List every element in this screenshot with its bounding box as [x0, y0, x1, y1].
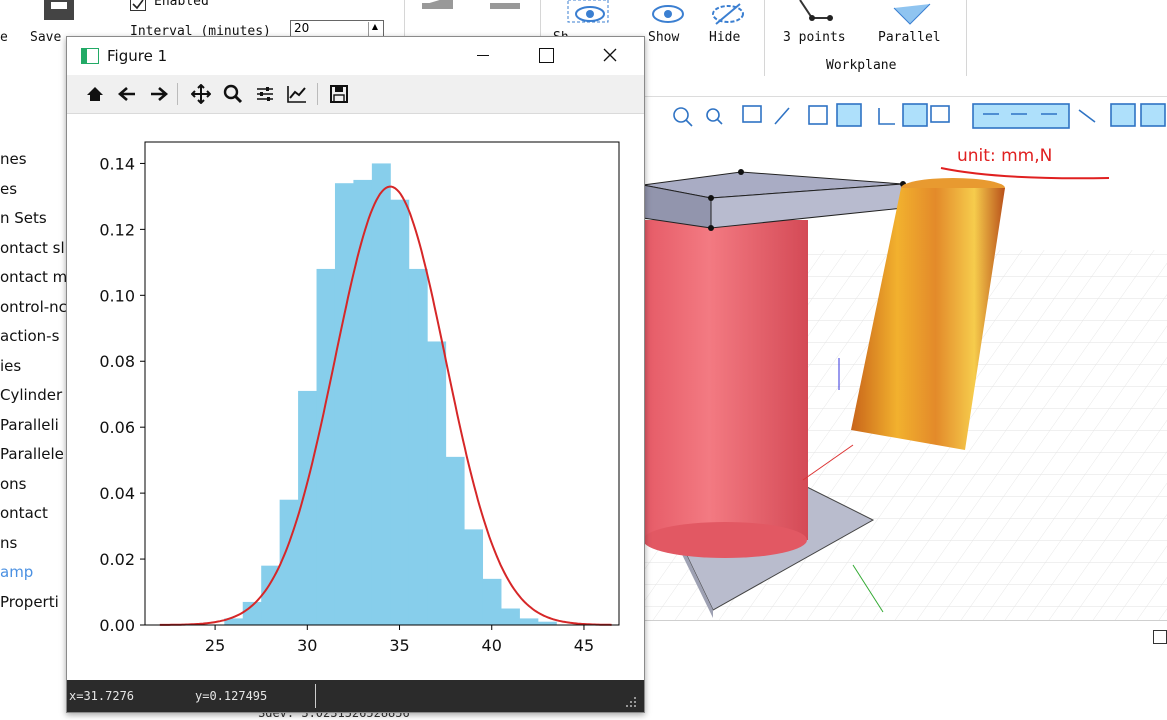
y-tick-label: 0.08 [99, 352, 135, 371]
tree-item[interactable]: ons [0, 475, 27, 493]
figure-toolbar [67, 75, 644, 114]
tree-item[interactable]: ns [0, 534, 17, 552]
status-divider [315, 684, 316, 708]
close-icon[interactable] [603, 48, 617, 62]
figure-title: Figure 1 [107, 47, 168, 65]
parallel-button-label[interactable]: Parallel [878, 30, 941, 45]
maximize-icon[interactable] [539, 48, 554, 63]
hide-icon[interactable] [708, 0, 748, 26]
minimize-icon[interactable] [477, 55, 489, 56]
tree-item[interactable]: ontact [0, 504, 48, 522]
y-tick-label: 0.02 [99, 550, 135, 569]
tree-item[interactable]: ontact sl [0, 239, 65, 257]
save-icon[interactable] [40, 0, 80, 24]
annotation-underline [940, 167, 1110, 180]
figure-window: Figure 1 0.00 0.02 0.04 0.06 0.08 0.10 0… [66, 36, 645, 713]
pan-icon[interactable] [189, 82, 213, 106]
y-tick-label: 0.04 [99, 484, 135, 503]
histogram-bar [445, 456, 465, 625]
y-tick-label: 0.10 [99, 286, 135, 305]
app-icon [81, 48, 99, 64]
zoom-icon[interactable] [221, 82, 245, 106]
histogram-chart: 0.00 0.02 0.04 0.06 0.08 0.10 0.12 0.14 25 30 35 40… [99, 141, 620, 655]
ribbon-partial-label: e [0, 30, 8, 45]
x-tick-label: 40 [482, 636, 502, 655]
save-figure-icon[interactable] [327, 82, 351, 106]
cursor-x-readout: x=31.7276 [69, 689, 135, 703]
histogram-bar [500, 608, 520, 625]
histogram-bar [279, 499, 299, 625]
y-tick-label: 0.14 [99, 154, 135, 173]
histogram-bar [390, 199, 410, 626]
y-tick-label: 0.00 [99, 616, 135, 635]
configure-subplots-icon[interactable] [253, 82, 277, 106]
figure-titlebar[interactable]: Figure 1 [67, 37, 644, 75]
hide-button-label[interactable]: Hide [709, 30, 740, 45]
tree-item[interactable]: Parallele [0, 445, 64, 463]
tree-item[interactable]: n Sets [0, 209, 47, 227]
tree-item[interactable]: action-s [0, 327, 59, 345]
restore-icon[interactable] [1153, 630, 1167, 644]
y-tick-label: 0.12 [99, 220, 135, 239]
show-icon[interactable] [648, 0, 688, 26]
spin-up-icon[interactable]: ▲ [368, 22, 381, 36]
parallel-icon[interactable] [890, 0, 934, 26]
unit-annotation: unit: mm,N [957, 146, 1053, 166]
viewport-3d[interactable]: unit: mm,N [642, 100, 1167, 620]
save-button-label[interactable]: Save [30, 30, 61, 45]
show-button-label[interactable]: Show [648, 30, 679, 45]
toolbar-divider [317, 83, 318, 105]
resize-grip-icon[interactable] [625, 696, 637, 708]
histogram-bar [482, 578, 502, 625]
x-tick-label: 45 [574, 636, 594, 655]
histogram-bar [334, 183, 354, 625]
tree-item[interactable]: es [0, 180, 17, 198]
histogram-bar [371, 163, 391, 625]
home-icon[interactable] [83, 82, 107, 106]
histogram-bar [261, 565, 281, 625]
x-tick-label: 35 [389, 636, 409, 655]
x-tick-label: 25 [205, 636, 225, 655]
undo-redo-icons[interactable] [420, 0, 530, 16]
panel-divider [643, 620, 1167, 621]
interval-value: 20 [294, 21, 310, 35]
forward-arrow-icon[interactable] [147, 82, 171, 106]
model-tree: nes es n Sets ontact sl ontact m ontrol-nc act… [0, 96, 67, 715]
tree-item[interactable]: ontact m [0, 268, 67, 286]
toolbar-divider [177, 83, 178, 105]
show-all-icon[interactable] [566, 0, 614, 26]
three-points-icon[interactable] [790, 0, 834, 26]
histogram-bar [316, 268, 336, 625]
tree-item[interactable]: Properti [0, 593, 59, 611]
histogram-bar [427, 341, 447, 625]
histogram-bar [464, 529, 484, 625]
enabled-label: Enabled [154, 0, 209, 9]
y-tick-label: 0.06 [99, 418, 135, 437]
cursor-y-readout: y=0.127495 [195, 689, 268, 703]
tree-item[interactable]: Cylinder [0, 386, 62, 404]
viewport-toolbar [643, 100, 1167, 134]
x-tick-label: 30 [297, 636, 317, 655]
ribbon-divider [764, 0, 765, 76]
histogram-bar [519, 618, 539, 625]
back-arrow-icon[interactable] [115, 82, 139, 106]
enabled-checkbox[interactable] [130, 0, 146, 11]
histogram-bar [353, 179, 373, 625]
ribbon-divider [966, 0, 967, 76]
tree-item[interactable]: ies [0, 357, 21, 375]
three-points-button-label[interactable]: 3 points [783, 30, 846, 45]
tree-item[interactable]: ontrol-nc [0, 298, 67, 316]
tree-item[interactable]: nes [0, 150, 27, 168]
figure-canvas[interactable]: 0.00 0.02 0.04 0.06 0.08 0.10 0.12 0.14 25 30 35 40… [67, 114, 644, 680]
figure-statusbar: x=31.7276 y=0.127495 [67, 680, 644, 712]
tree-item[interactable]: Paralleli [0, 416, 59, 434]
red-cylinder [643, 220, 808, 540]
tree-item[interactable]: amp [0, 563, 33, 581]
histogram-bar [408, 268, 428, 625]
edit-axis-icon[interactable] [285, 82, 309, 106]
workplane-group-label: Workplane [826, 58, 897, 73]
